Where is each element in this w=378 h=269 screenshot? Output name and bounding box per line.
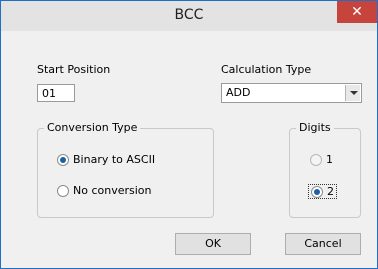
- radio-button-icon[interactable]: [310, 153, 322, 166]
- ok-button[interactable]: OK: [175, 233, 251, 255]
- focus-indicator: 2: [308, 184, 337, 199]
- chevron-down-icon[interactable]: [345, 85, 360, 101]
- close-button[interactable]: ✕: [337, 1, 377, 23]
- radio-digits-2[interactable]: 2: [308, 184, 337, 199]
- radio-button-icon[interactable]: [57, 184, 69, 197]
- radio-label: No conversion: [73, 184, 152, 197]
- start-position-input[interactable]: 01: [37, 84, 75, 102]
- conversion-type-group: Conversion Type Binary to ASCII No conve…: [37, 121, 214, 218]
- window-title: BCC: [174, 7, 204, 23]
- radio-no-conversion[interactable]: No conversion: [57, 184, 152, 197]
- calculation-type-label: Calculation Type: [221, 63, 312, 76]
- calculation-type-value: ADD: [226, 86, 251, 99]
- start-position-label: Start Position: [37, 63, 111, 76]
- close-icon: ✕: [351, 4, 363, 20]
- radio-binary-to-ascii[interactable]: Binary to ASCII: [57, 153, 155, 166]
- radio-button-icon[interactable]: [311, 185, 323, 198]
- digits-group: Digits 1 2: [289, 121, 361, 218]
- radio-label: Binary to ASCII: [73, 153, 156, 166]
- conversion-type-legend: Conversion Type: [44, 121, 141, 134]
- radio-label: 1: [326, 153, 333, 166]
- radio-digits-1[interactable]: 1: [310, 153, 333, 166]
- digits-legend: Digits: [296, 121, 334, 134]
- cancel-button[interactable]: Cancel: [285, 233, 361, 255]
- title-bar[interactable]: BCC ✕: [1, 1, 377, 31]
- calculation-type-select[interactable]: ADD: [221, 83, 362, 103]
- radio-label: 2: [327, 185, 334, 198]
- bcc-dialog: BCC ✕ Start Position 01 Calculation Type…: [0, 0, 378, 269]
- radio-button-icon[interactable]: [57, 153, 69, 166]
